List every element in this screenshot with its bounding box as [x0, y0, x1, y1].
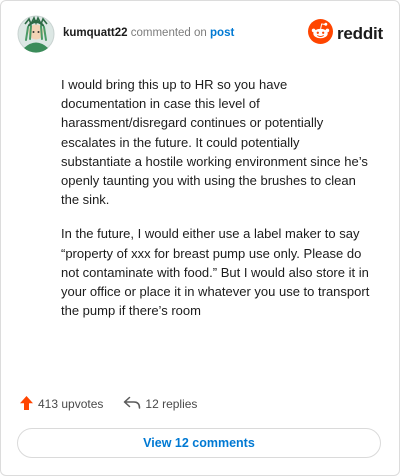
reply-arrow-icon[interactable] — [123, 396, 145, 413]
byline: kumquatt22 commented on post — [63, 27, 234, 39]
comment-card: kumquatt22 commented on post reddit I wo… — [0, 0, 400, 476]
reddit-snoo-icon — [307, 19, 333, 49]
comment-header: kumquatt22 commented on post reddit — [17, 15, 385, 55]
username[interactable]: kumquatt22 — [63, 27, 128, 39]
upvote-stat[interactable]: 413 upvotes — [19, 395, 103, 414]
view-comments-button[interactable]: View 12 comments — [17, 428, 381, 458]
upvote-count: 413 upvotes — [38, 397, 104, 411]
avatar-icon[interactable] — [17, 15, 55, 53]
comment-footer: 413 upvotes 12 replies — [19, 394, 197, 414]
comment-body: I would bring this up to HR so you have … — [61, 75, 373, 335]
action-text: commented on — [130, 27, 207, 39]
reddit-wordmark: reddit — [336, 24, 383, 43]
comment-paragraph: In the future, I would either use a labe… — [61, 226, 370, 319]
upvote-arrow-icon[interactable] — [19, 395, 38, 414]
reply-stat[interactable]: 12 replies — [123, 396, 197, 413]
reply-count: 12 replies — [145, 397, 198, 411]
post-link[interactable]: post — [210, 27, 234, 39]
comment-paragraph: I would bring this up to HR so you have … — [61, 77, 368, 208]
reddit-logo[interactable]: reddit — [307, 19, 383, 49]
